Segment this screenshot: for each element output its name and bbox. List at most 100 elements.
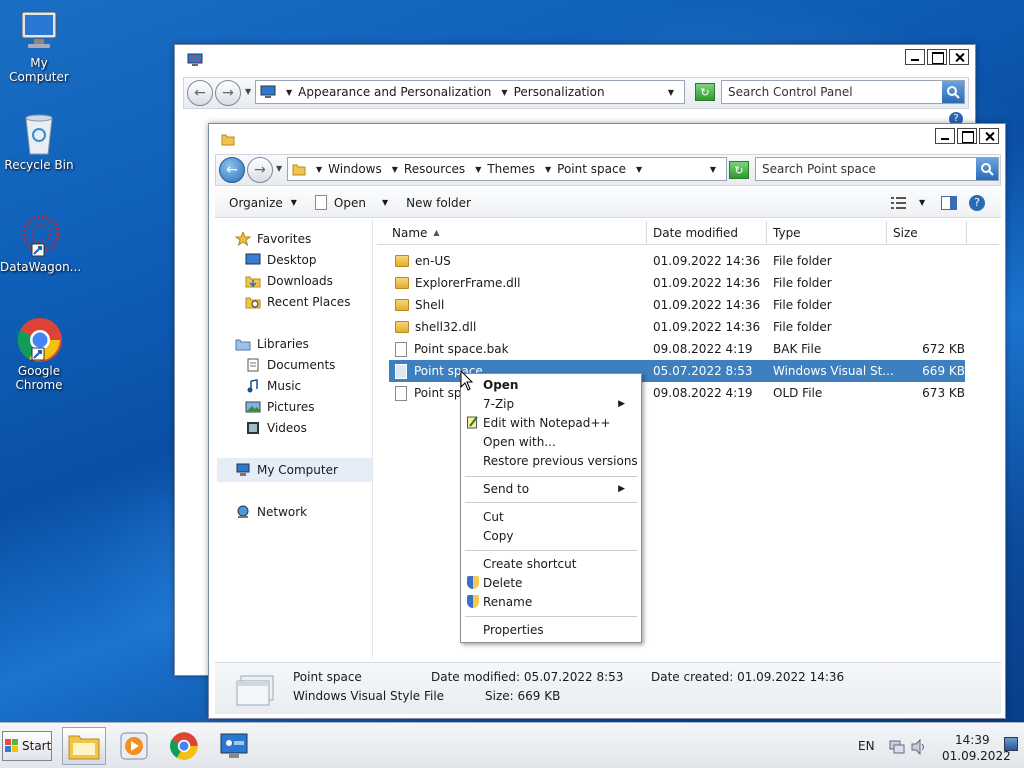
nav-pictures[interactable]: Pictures — [245, 400, 315, 414]
menu-item-open-with[interactable]: Open with... — [483, 433, 556, 451]
menu-item-cut[interactable]: Cut — [483, 508, 504, 526]
volume-icon[interactable] — [910, 738, 928, 758]
back-button[interactable]: ← — [187, 80, 213, 106]
desktop-icon-google-chrome[interactable]: Google Chrome — [0, 316, 78, 392]
nav-videos[interactable]: Videos — [245, 421, 307, 435]
desktop-icon-label: Google Chrome — [15, 364, 63, 392]
nav-documents[interactable]: Documents — [245, 358, 335, 372]
file-row[interactable]: shell32.dll 01.09.2022 14:36 File folder — [389, 316, 965, 338]
column-header-type[interactable]: Type — [767, 220, 887, 245]
column-header-size[interactable]: Size — [887, 220, 967, 245]
language-indicator[interactable]: EN — [858, 739, 875, 753]
taskbar-media-player[interactable] — [112, 727, 156, 765]
desktop-icon — [245, 253, 261, 267]
nav-my-computer[interactable]: My Computer — [235, 463, 338, 477]
menu-item-7zip[interactable]: 7-Zip ▶ — [483, 395, 633, 413]
address-bar[interactable]: ▼ Appearance and Personalization ▼ Perso… — [255, 80, 685, 104]
close-button[interactable] — [949, 49, 969, 65]
minimize-button[interactable] — [905, 49, 925, 65]
file-row[interactable]: Point space.bak 09.08.2022 4:19 BAK File… — [389, 338, 965, 360]
visual-style-file-icon — [233, 672, 277, 713]
breadcrumb-arrow-icon[interactable]: ▼ — [636, 165, 642, 174]
network-tray-icon[interactable] — [888, 739, 906, 758]
nav-music[interactable]: Music — [245, 379, 301, 393]
breadcrumb-item[interactable]: Appearance and Personalization — [298, 85, 491, 99]
close-button[interactable] — [979, 128, 999, 144]
forward-button[interactable]: → — [215, 80, 241, 106]
chevron-down-icon[interactable]: ▼ — [919, 198, 925, 207]
chevron-down-icon[interactable]: ▼ — [668, 88, 674, 97]
desktop-icon-my-computer[interactable]: My Computer — [0, 8, 78, 84]
taskbar-control-panel[interactable] — [212, 727, 256, 765]
new-folder-button[interactable]: New folder — [406, 196, 471, 210]
menu-item-properties[interactable]: Properties — [483, 621, 544, 639]
search-input[interactable]: Search Control Panel — [721, 80, 965, 104]
column-header-date[interactable]: Date modified — [647, 220, 767, 245]
nav-downloads[interactable]: Downloads — [245, 274, 333, 288]
menu-item-restore[interactable]: Restore previous versions — [483, 452, 638, 470]
refresh-icon[interactable]: ↻ — [729, 161, 749, 179]
file-row[interactable]: Shell 01.09.2022 14:36 File folder — [389, 294, 965, 316]
details-value: 05.07.2022 8:53 — [523, 670, 624, 684]
breadcrumb-arrow-icon[interactable]: ▼ — [316, 165, 322, 174]
search-input[interactable]: Search Point space — [755, 157, 999, 181]
file-type: OLD File — [773, 386, 823, 400]
refresh-icon[interactable]: ↻ — [695, 83, 715, 101]
menu-item-rename[interactable]: Rename — [483, 593, 532, 611]
datawagon-icon — [16, 212, 62, 258]
breadcrumb-item[interactable]: Windows — [328, 162, 382, 176]
nav-favorites[interactable]: Favorites — [234, 230, 311, 247]
breadcrumb-arrow-icon[interactable]: ▼ — [286, 88, 292, 97]
file-type: File folder — [773, 320, 832, 334]
breadcrumb-arrow-icon[interactable]: ▼ — [475, 165, 481, 174]
menu-item-create-shortcut[interactable]: Create shortcut — [483, 555, 576, 573]
breadcrumb-arrow-icon[interactable]: ▼ — [545, 165, 551, 174]
breadcrumb-item[interactable]: Point space — [557, 162, 626, 176]
taskbar-explorer[interactable] — [62, 727, 106, 765]
file-row[interactable]: en-US 01.09.2022 14:36 File folder — [389, 250, 965, 272]
view-options-icon[interactable] — [891, 196, 907, 213]
menu-item-edit-notepad[interactable]: Edit with Notepad++ — [483, 414, 610, 432]
menu-item-delete[interactable]: Delete — [483, 574, 522, 592]
back-button[interactable]: ← — [219, 157, 245, 183]
nav-label: Network — [257, 505, 308, 519]
menu-item-send-to[interactable]: Send to ▶ — [483, 480, 633, 498]
menu-label: Send to — [483, 482, 530, 496]
recent-pages-icon[interactable]: ▼ — [245, 87, 251, 96]
open-button[interactable]: Open ▼ — [314, 195, 388, 210]
breadcrumb-arrow-icon[interactable]: ▼ — [392, 165, 398, 174]
search-icon[interactable] — [976, 158, 998, 180]
desktop-icon-recycle-bin[interactable]: Recycle Bin — [0, 110, 78, 172]
breadcrumb-item[interactable]: Resources — [404, 162, 465, 176]
preview-pane-icon[interactable] — [941, 196, 957, 213]
menu-item-open[interactable]: Open — [483, 376, 518, 394]
search-icon[interactable] — [942, 81, 964, 103]
maximize-button[interactable] — [927, 49, 947, 65]
address-bar[interactable]: ▼ Windows ▼ Resources ▼ Themes ▼ Point s… — [287, 157, 727, 181]
desktop-icon-datawagon[interactable]: DataWagon... — [0, 212, 81, 274]
start-button[interactable]: Start — [2, 731, 52, 761]
nav-recent-places[interactable]: Recent Places — [245, 295, 350, 309]
chevron-down-icon[interactable]: ▼ — [710, 165, 716, 174]
folder-icon — [395, 255, 409, 267]
help-icon[interactable]: ? — [969, 195, 985, 211]
maximize-button[interactable] — [957, 128, 977, 144]
minimize-button[interactable] — [935, 128, 955, 144]
organize-button[interactable]: Organize ▼ — [229, 196, 297, 210]
recent-pages-icon[interactable]: ▼ — [276, 164, 282, 173]
clock-date[interactable]: 01.09.2022 — [942, 749, 1011, 763]
taskbar-chrome[interactable] — [162, 727, 206, 765]
control-panel-icon — [187, 53, 203, 67]
nav-network[interactable]: Network — [235, 505, 307, 519]
column-header-name[interactable]: Name ▲ — [377, 220, 647, 245]
breadcrumb-item[interactable]: Personalization — [514, 85, 605, 99]
show-desktop-button[interactable] — [1004, 737, 1018, 751]
clock-time[interactable]: 14:39 — [955, 733, 990, 747]
menu-item-copy[interactable]: Copy — [483, 527, 513, 545]
breadcrumb-arrow-icon[interactable]: ▼ — [501, 88, 507, 97]
forward-button[interactable]: → — [247, 157, 273, 183]
nav-desktop[interactable]: Desktop — [245, 253, 317, 267]
breadcrumb-item[interactable]: Themes — [487, 162, 535, 176]
file-row[interactable]: ExplorerFrame.dll 01.09.2022 14:36 File … — [389, 272, 965, 294]
nav-libraries[interactable]: Libraries — [235, 337, 309, 351]
